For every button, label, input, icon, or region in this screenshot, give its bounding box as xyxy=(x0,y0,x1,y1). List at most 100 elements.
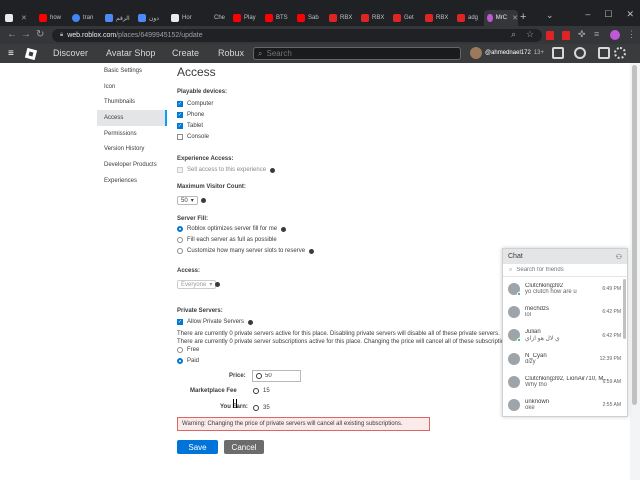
sidebar-item-basic-settings[interactable]: Basic Settings xyxy=(97,63,167,79)
bookmark-star-icon[interactable]: ☆ xyxy=(526,29,534,40)
forward-icon[interactable]: → xyxy=(21,29,31,40)
browser-tab[interactable]: Sab xyxy=(294,10,324,26)
browser-tab[interactable]: adg xyxy=(454,10,484,26)
close-window-icon[interactable]: ✕ xyxy=(626,9,634,20)
page-scrollbar-thumb[interactable] xyxy=(632,65,637,405)
chat-conversation[interactable]: Clutchking392, LionAir710, M... Why tho 6… xyxy=(503,370,627,393)
browser-tab[interactable]: Hor xyxy=(168,10,200,26)
server-fill-option[interactable]: Roblox optimizes server fill for me xyxy=(177,226,287,232)
price-field[interactable] xyxy=(252,370,301,382)
save-button[interactable]: Save xyxy=(177,440,218,454)
profile-avatar-icon[interactable] xyxy=(610,30,620,40)
server-fill-option[interactable]: Fill each server as full as possible xyxy=(177,237,277,243)
radio-button[interactable] xyxy=(177,347,183,353)
browser-tab[interactable]: الرقم xyxy=(102,10,134,26)
sidebar-item-developer-products[interactable]: Developer Products xyxy=(97,157,167,173)
chat-header[interactable]: Chat ⚇ xyxy=(503,249,627,264)
browser-tab[interactable]: tran xyxy=(69,10,101,26)
nav-robux[interactable]: Robux xyxy=(218,48,244,58)
max-visitor-select[interactable]: 50 ▾ xyxy=(177,196,198,205)
checkbox[interactable]: ✓ xyxy=(177,112,183,118)
robux-icon[interactable] xyxy=(574,47,586,59)
minimize-icon[interactable]: – xyxy=(585,9,590,20)
browser-tab[interactable]: RBX xyxy=(422,10,452,26)
checkbox[interactable]: ✓ xyxy=(177,319,183,325)
close-icon[interactable]: ✕ xyxy=(512,14,518,22)
sell-access-option[interactable]: Sell access to this experience xyxy=(177,167,276,173)
sidebar-item-icon[interactable]: Icon xyxy=(97,79,167,95)
address-bar[interactable]: 🔒︎ web.roblox.com/places/6499945152/upda… xyxy=(52,29,542,42)
server-fill-option[interactable]: Customize how many server slots to reser… xyxy=(177,248,315,254)
checkbox[interactable] xyxy=(177,134,183,140)
user-badge[interactable]: @ahmednael172 13+ xyxy=(470,47,544,59)
allow-private-servers-option[interactable]: ✓ Allow Private Servers xyxy=(177,319,254,325)
access-select[interactable]: Everyone ▾ xyxy=(177,280,217,289)
price-input[interactable] xyxy=(265,373,295,379)
new-group-icon[interactable]: ⚇ xyxy=(616,253,622,261)
device-option[interactable]: ✓ Computer xyxy=(177,101,213,107)
sidebar-item-thumbnails[interactable]: Thumbnails xyxy=(97,94,167,110)
browser-tab[interactable]: RBX xyxy=(358,10,388,26)
checkbox[interactable]: ✓ xyxy=(177,123,183,129)
back-icon[interactable]: ← xyxy=(7,29,17,40)
search-input[interactable] xyxy=(266,49,447,58)
radio-button[interactable] xyxy=(177,226,183,232)
browser-tab[interactable]: ✕ xyxy=(2,10,34,26)
help-icon[interactable] xyxy=(201,198,206,203)
help-icon[interactable] xyxy=(215,282,220,287)
radio-button[interactable] xyxy=(177,358,183,364)
close-icon[interactable]: ✕ xyxy=(21,14,27,22)
messages-icon[interactable] xyxy=(598,47,610,59)
zoom-icon[interactable]: ⌕ xyxy=(511,29,516,40)
extension-rbx-icon[interactable] xyxy=(562,31,570,40)
sidebar-item-version-history[interactable]: Version History xyxy=(97,141,167,157)
help-icon[interactable] xyxy=(281,226,287,232)
media-control-icon[interactable]: ≡ xyxy=(594,29,599,39)
extension-rbx-icon[interactable] xyxy=(546,31,554,40)
maximize-icon[interactable]: ☐ xyxy=(604,9,612,20)
more-menu-icon[interactable]: ⋮ xyxy=(627,29,636,40)
chat-conversation[interactable]: mechdzs lol 6:42 PM xyxy=(503,300,627,323)
browser-tab[interactable]: RBX xyxy=(326,10,356,26)
browser-tab[interactable]: Get xyxy=(390,10,420,26)
device-option[interactable]: ✓ Tablet xyxy=(177,123,203,129)
device-option[interactable]: Console xyxy=(177,134,209,140)
nav-avatar-shop[interactable]: Avatar Shop xyxy=(106,48,155,58)
sidebar-item-experiences[interactable]: Experiences xyxy=(97,173,167,189)
help-icon[interactable] xyxy=(270,167,276,173)
tab-search-icon[interactable]: ⌄ xyxy=(546,10,554,21)
price-option-free[interactable]: Free xyxy=(177,347,199,353)
chat-conversation[interactable]: Clutchking392 yo clutch how are u 6:49 PM xyxy=(503,277,627,300)
browser-tab[interactable]: how xyxy=(36,10,68,26)
help-icon[interactable] xyxy=(248,319,254,325)
gear-icon[interactable] xyxy=(614,47,626,59)
cancel-button[interactable]: Cancel xyxy=(224,440,264,454)
chat-conversation[interactable]: Julian ي لال هو ازاي 6:42 PM xyxy=(503,324,627,347)
price-option-paid[interactable]: Paid xyxy=(177,358,199,364)
radio-button[interactable] xyxy=(177,237,183,243)
browser-tab[interactable]: دون xyxy=(135,10,167,26)
checkbox[interactable] xyxy=(177,167,183,173)
browser-tab[interactable]: Play xyxy=(230,10,260,26)
browser-tab-active[interactable]: MrC ✕ xyxy=(484,10,518,26)
hamburger-menu-icon[interactable]: ≡ xyxy=(8,48,14,59)
extensions-puzzle-icon[interactable]: ✜ xyxy=(578,29,586,40)
radio-button[interactable] xyxy=(177,248,183,254)
notes-icon[interactable] xyxy=(552,47,564,59)
browser-tab[interactable]: Che xyxy=(200,10,230,26)
chat-search-input[interactable] xyxy=(516,267,617,273)
sidebar-item-access[interactable]: Access xyxy=(97,110,167,126)
new-tab-icon[interactable]: + xyxy=(520,11,526,23)
reload-icon[interactable]: ↻ xyxy=(36,29,44,40)
checkbox[interactable]: ✓ xyxy=(177,101,183,107)
device-option[interactable]: ✓ Phone xyxy=(177,112,204,118)
nav-create[interactable]: Create xyxy=(172,48,199,58)
chat-scrollbar[interactable] xyxy=(623,279,626,339)
sidebar-item-permissions[interactable]: Permissions xyxy=(97,126,167,142)
roblox-logo-icon[interactable] xyxy=(24,47,38,61)
nav-discover[interactable]: Discover xyxy=(53,48,88,58)
browser-tab[interactable]: BTS xyxy=(262,10,292,26)
chat-conversation[interactable]: N_Cyan dizy 12:39 PM xyxy=(503,347,627,370)
help-icon[interactable] xyxy=(309,248,315,254)
chat-conversation[interactable]: unknown oke 2:55 AM xyxy=(503,393,627,416)
